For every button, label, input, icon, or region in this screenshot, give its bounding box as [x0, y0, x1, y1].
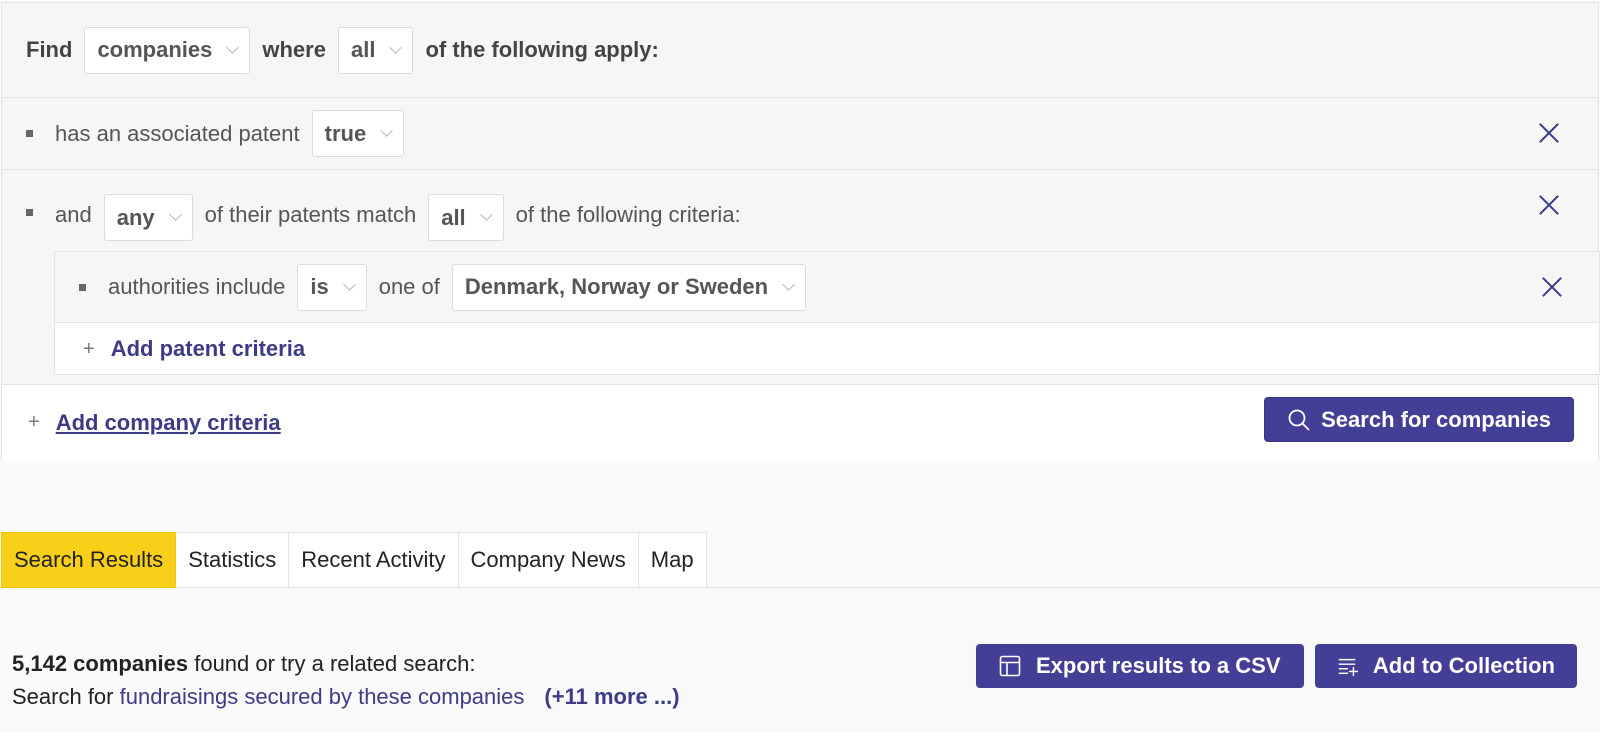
tab-statistics[interactable]: Statistics	[176, 532, 290, 588]
chevron-down-icon	[380, 124, 394, 137]
patents-match-value: all	[441, 204, 466, 230]
chevron-down-icon	[479, 208, 493, 221]
and-label: and	[55, 202, 92, 227]
more-searches-link[interactable]: (+11 more ...)	[544, 684, 679, 709]
criteria-row-patent: has an associated patent true	[2, 98, 1598, 170]
where-label: where	[262, 37, 326, 62]
add-patent-criteria-link[interactable]: Add patent criteria	[111, 336, 305, 362]
chevron-down-icon	[782, 277, 795, 291]
chevron-down-icon	[168, 208, 182, 221]
close-icon[interactable]	[1541, 276, 1563, 298]
plus-icon: +	[83, 337, 95, 360]
search-for-label: Search for	[12, 684, 120, 709]
chevron-down-icon	[389, 40, 403, 54]
criteria-row-patents-match: and any of their patents match all of th…	[2, 170, 1598, 253]
related-search-link[interactable]: fundraisings secured by these companies	[120, 684, 525, 709]
chevron-down-icon	[342, 277, 356, 291]
results-count-line: 5,142 companies found or try a related s…	[12, 647, 680, 680]
match-select-value: all	[350, 37, 376, 62]
add-patent-criteria-row: + Add patent criteria	[55, 323, 1599, 375]
quantifier-select[interactable]: any	[103, 194, 193, 241]
results-summary: 5,142 companies found or try a related s…	[12, 647, 680, 713]
list-add-icon	[1338, 658, 1358, 677]
related-search-line: Search for fundraisings secured by these…	[12, 680, 680, 713]
patent-value-select[interactable]: true	[311, 110, 405, 157]
nested-patent-criteria: authorities include is one of Denmark, N…	[54, 251, 1600, 375]
table-icon	[999, 655, 1021, 677]
authorities-value: Denmark, Norway or Sweden	[464, 274, 769, 299]
tab-map[interactable]: Map	[638, 532, 707, 588]
results-tabs: Search Results Statistics Recent Activit…	[1, 532, 707, 588]
operator-select[interactable]: is	[297, 263, 367, 311]
add-company-criteria-link[interactable]: Add company criteria	[56, 410, 281, 436]
export-csv-button[interactable]: Export results to a CSV	[976, 644, 1304, 688]
search-for-companies-button[interactable]: Search for companies	[1264, 397, 1574, 442]
bullet-icon	[79, 283, 86, 291]
tab-search-results[interactable]: Search Results	[1, 532, 177, 588]
apply-label: of the following apply:	[425, 37, 659, 62]
nested-criteria-row: authorities include is one of Denmark, N…	[55, 252, 1599, 323]
plus-icon: +	[28, 411, 40, 433]
builder-footer: + Add company criteria Search for compan…	[2, 384, 1598, 460]
tab-recent-activity[interactable]: Recent Activity	[289, 532, 459, 588]
search-button-label: Search for companies	[1321, 406, 1551, 432]
bullet-icon	[26, 209, 33, 216]
collection-button-label: Add to Collection	[1372, 653, 1555, 678]
close-icon[interactable]	[1538, 122, 1560, 144]
operator-value: is	[310, 274, 329, 299]
authorities-select[interactable]: Denmark, Norway or Sweden	[451, 263, 807, 311]
criteria-label: has an associated patent	[55, 120, 300, 146]
query-builder: Find companies where all of the followin…	[1, 2, 1600, 460]
add-to-collection-button[interactable]: Add to Collection	[1315, 644, 1577, 688]
close-icon[interactable]	[1538, 194, 1560, 216]
criteria-end-label: of the following criteria:	[515, 202, 741, 227]
chevron-down-icon	[226, 40, 240, 54]
export-button-label: Export results to a CSV	[1036, 653, 1281, 678]
patents-match-select[interactable]: all	[428, 194, 504, 241]
patents-match-label: of their patents match	[204, 202, 417, 227]
one-of-label: one of	[378, 274, 440, 299]
results-count: 5,142 companies	[12, 651, 189, 676]
tab-company-news[interactable]: Company News	[458, 532, 639, 588]
entity-select-value: companies	[97, 37, 213, 62]
query-header-row: Find companies where all of the followin…	[2, 3, 1598, 98]
quantifier-value: any	[116, 204, 155, 230]
find-label: Find	[26, 37, 73, 62]
bullet-icon	[26, 130, 33, 137]
authorities-label: authorities include	[108, 274, 286, 299]
entity-select[interactable]: companies	[84, 26, 251, 74]
search-icon	[1288, 409, 1310, 430]
match-select[interactable]: all	[337, 26, 414, 74]
patent-value: true	[324, 120, 367, 146]
results-found-text: found or try a related search:	[188, 651, 476, 676]
